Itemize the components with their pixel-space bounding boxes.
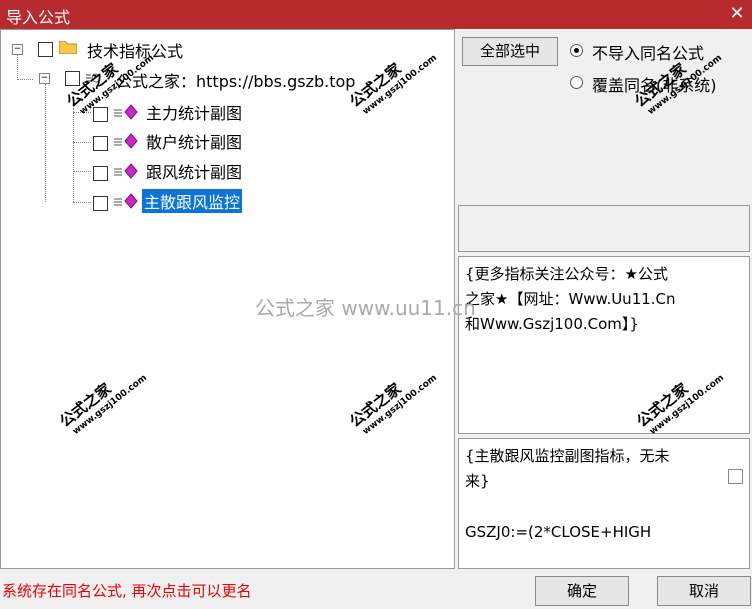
blank-panel (458, 205, 750, 252)
tree-item[interactable]: 跟风统计副图 (1, 159, 301, 183)
radio-overwrite[interactable] (570, 76, 583, 89)
formula-tree[interactable]: − 技术指标公式 − 公式之家：https://bbs.gszb.top 主力统… (0, 29, 455, 569)
close-icon[interactable]: ✕ (728, 5, 746, 23)
radio-overwrite-label[interactable]: 覆盖同名(非系统) (592, 72, 717, 96)
formula-group-icon (86, 73, 101, 83)
info-line-1: {更多指标关注公众号：★公式 (465, 265, 668, 283)
info-panel[interactable]: {更多指标关注公众号：★公式 之家★【网址：Www.Uu11.Cn 和Www.G… (458, 256, 750, 434)
formula-code-panel[interactable]: {主散跟风监控副图指标，无未 来} GSZJ0:=(2*CLOSE+HIGH (458, 438, 750, 569)
code-line-3: GSZJ0:=(2*CLOSE+HIGH (465, 523, 652, 541)
indicator-icon (114, 104, 138, 120)
code-checkbox[interactable] (728, 469, 743, 484)
cancel-button[interactable]: 取消 (657, 576, 751, 606)
item-checkbox[interactable] (93, 166, 108, 181)
collapse-icon[interactable]: − (39, 73, 50, 84)
item-checkbox[interactable] (93, 107, 108, 122)
indicator-icon (114, 193, 138, 209)
item-checkbox[interactable] (93, 136, 108, 151)
indicator-icon (114, 163, 138, 179)
code-line-2: 来} (465, 472, 490, 490)
info-line-3: 和Www.Gszj100.Com】} (465, 315, 639, 333)
code-line-1: {主散跟风监控副图指标，无未 (465, 447, 670, 465)
select-all-button[interactable]: 全部选中 (462, 37, 558, 66)
title-bar: 导入公式 ✕ (0, 0, 752, 29)
tree-item[interactable]: 散户统计副图 (1, 129, 301, 153)
folder-icon (59, 41, 77, 54)
item-label: 主力统计副图 (146, 104, 243, 123)
item-label: 散户统计副图 (146, 133, 243, 152)
radio-skip[interactable] (570, 44, 583, 57)
tree-root-node[interactable]: − 技术指标公式 (1, 38, 301, 62)
child-checkbox[interactable] (65, 71, 80, 86)
item-checkbox[interactable] (93, 196, 108, 211)
item-label: 跟风统计副图 (146, 163, 243, 182)
window-title: 导入公式 (6, 8, 71, 27)
collapse-icon[interactable]: − (12, 44, 23, 55)
info-line-2: 之家★【网址：Www.Uu11.Cn (465, 290, 676, 308)
status-message: 系统存在同名公式, 再次点击可以更名 (2, 582, 252, 600)
root-label: 技术指标公式 (87, 42, 184, 61)
ok-button[interactable]: 确定 (535, 576, 629, 606)
item-label: 主散跟风监控 (142, 189, 243, 213)
radio-skip-label[interactable]: 不导入同名公式 (592, 40, 704, 64)
root-checkbox[interactable] (38, 42, 53, 57)
indicator-icon (114, 133, 138, 149)
tree-child-node[interactable]: − 公式之家：https://bbs.gszb.top (1, 66, 421, 91)
child-label: 公式之家：https://bbs.gszb.top (116, 72, 356, 91)
tree-item[interactable]: 主力统计副图 (1, 100, 301, 124)
tree-item-selected[interactable]: 主散跟风监控 (1, 189, 301, 213)
